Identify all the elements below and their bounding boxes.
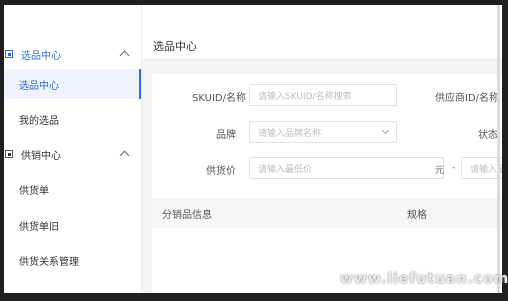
column-header-product-info: 分销品信息 (162, 209, 212, 221)
sidebar-group-selection-center[interactable]: 选品中心 (4, 43, 141, 65)
sidebar-item-supply-order[interactable]: 供货单 (4, 174, 141, 204)
sidebar-item-label: 我的选品 (19, 115, 59, 127)
app-window: 选品中心 选品中心 我的选品 供销中心 供货单 供货单旧 供货关系管理 选品中心… (4, 5, 502, 293)
sidebar-group-supply-center[interactable]: 供销中心 (4, 143, 141, 165)
sidebar-item-label: 供货单 (19, 185, 49, 197)
sidebar-item-label: 选品中心 (19, 80, 59, 92)
chevron-up-icon (119, 150, 130, 161)
sidebar-group-label: 选品中心 (21, 50, 61, 62)
sidebar-item-selection-center[interactable]: 选品中心 (4, 69, 141, 99)
grid-icon (5, 150, 13, 158)
chevron-down-icon (381, 126, 390, 135)
brand-select[interactable]: 请输入品牌名称 (249, 121, 397, 143)
main-content: 选品中心 SKUID/名称 请输入SKUID/名称搜索 供应商ID/名称 品牌 … (142, 5, 502, 293)
filter-panel: SKUID/名称 请输入SKUID/名称搜索 供应商ID/名称 品牌 请输入品牌… (152, 74, 502, 293)
sidebar-item-my-selection[interactable]: 我的选品 (4, 104, 141, 134)
scrollbar[interactable] (497, 5, 500, 293)
sidebar-group-label: 供销中心 (21, 150, 61, 162)
price-label: 供货价 (206, 166, 236, 177)
price-separator: - (452, 163, 456, 173)
chevron-up-icon (119, 50, 130, 61)
grid-icon (5, 50, 13, 58)
page-title: 选品中心 (153, 40, 197, 53)
sidebar-item-supply-relations[interactable]: 供货关系管理 (4, 245, 141, 275)
sidebar-item-supply-order-old[interactable]: 供货单旧 (4, 210, 141, 240)
brand-placeholder: 请输入品牌名称 (258, 128, 322, 139)
sidebar-item-label: 供货关系管理 (19, 256, 79, 268)
price-max-input[interactable]: 请输入最 (461, 157, 502, 179)
status-label: 状态 (478, 130, 498, 141)
price-min-input[interactable]: 请输入最低价 (249, 157, 444, 179)
watermark: www.liefutuan.com (340, 271, 508, 287)
sidebar-item-label: 供货单旧 (19, 221, 59, 233)
page-header: 选品中心 (142, 5, 502, 60)
sku-label: SKUID/名称 (192, 93, 246, 104)
sidebar: 选品中心 选品中心 我的选品 供销中心 供货单 供货单旧 供货关系管理 (4, 5, 142, 293)
brand-label: 品牌 (216, 130, 236, 141)
sku-placeholder: 请输入SKUID/名称搜索 (258, 91, 352, 102)
price-unit: 元 (435, 166, 445, 176)
sku-search-input[interactable]: 请输入SKUID/名称搜索 (249, 84, 397, 106)
column-header-spec: 规格 (407, 209, 427, 221)
price-min-placeholder: 请输入最低价 (258, 164, 313, 175)
table-header: 分销品信息 规格 (152, 198, 502, 228)
supplier-label: 供应商ID/名称 (435, 93, 500, 104)
